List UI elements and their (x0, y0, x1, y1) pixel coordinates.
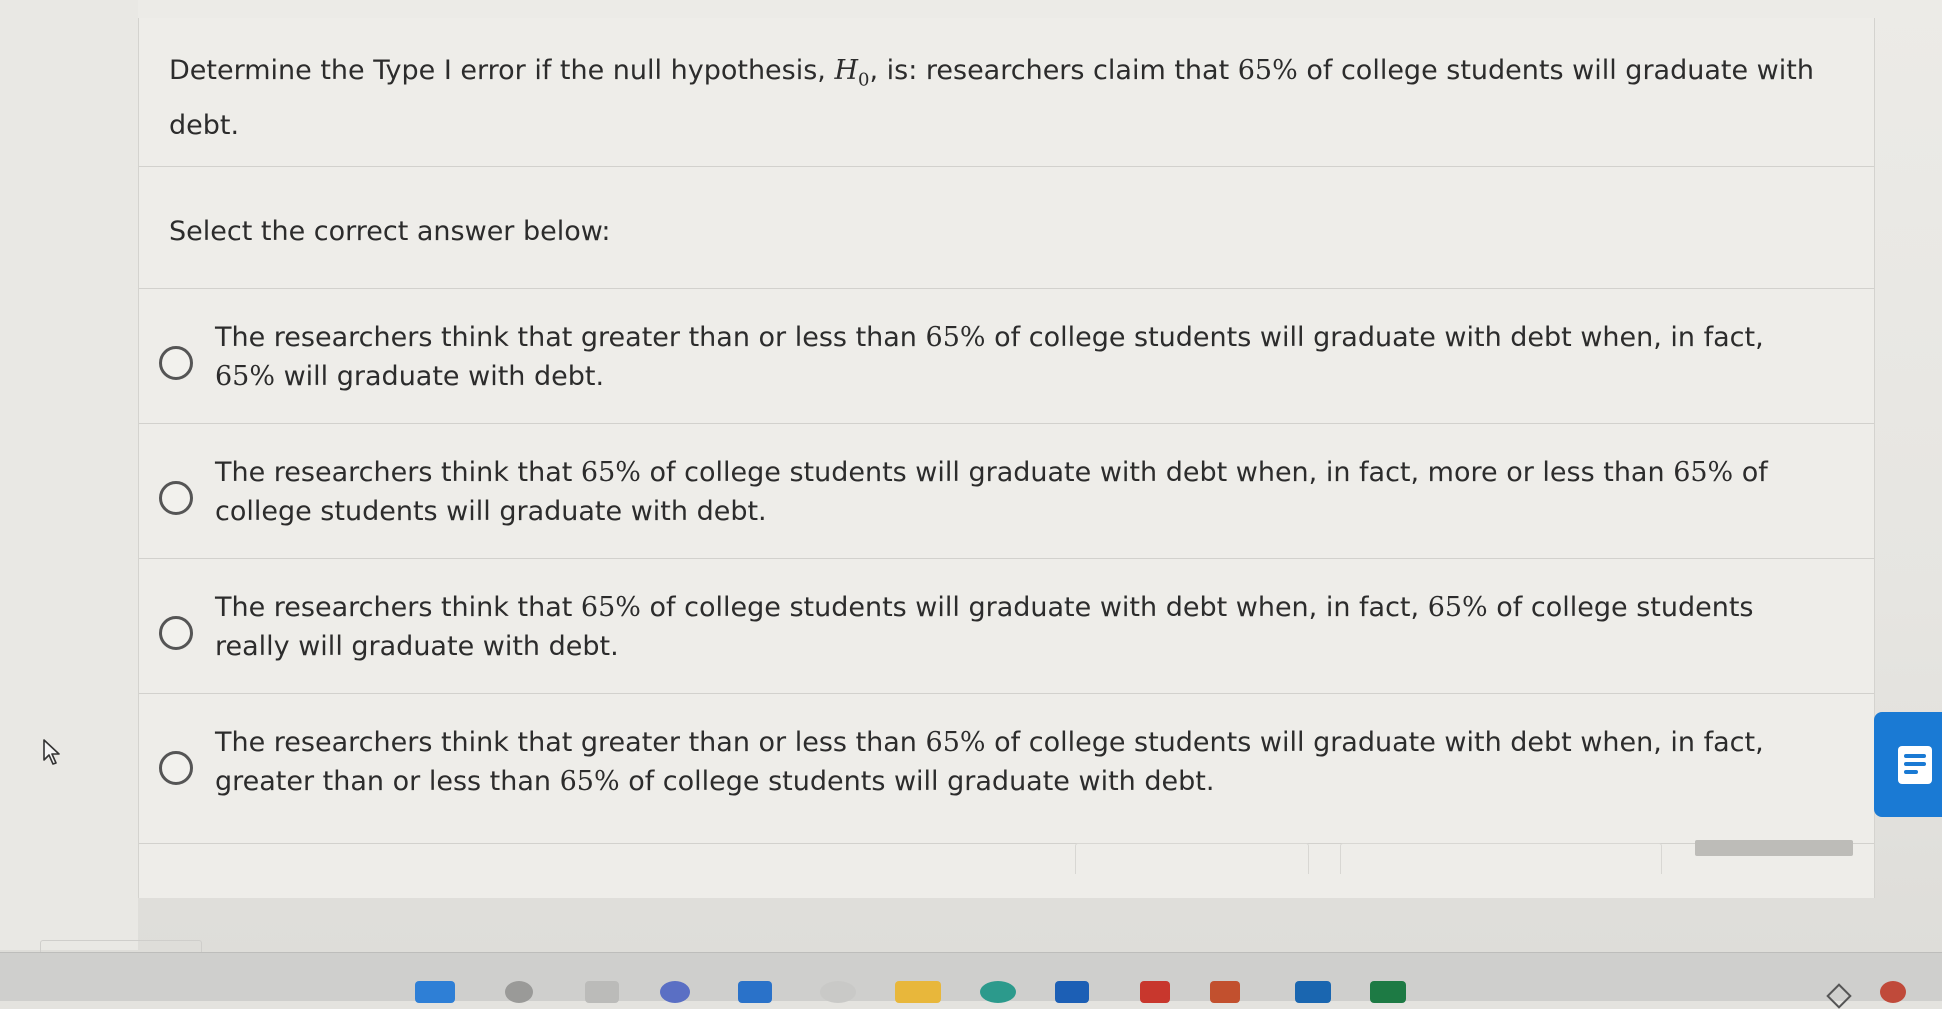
radio-unselected-icon[interactable] (159, 481, 193, 515)
screen: Determine the Type I error if the null h… (0, 0, 1942, 1009)
taskbar (0, 952, 1942, 1009)
answer-option-text[interactable]: The researchers think that 65% of colleg… (215, 588, 1775, 666)
question-card: Determine the Type I error if the null h… (138, 18, 1875, 898)
side-panel-button[interactable] (1874, 712, 1942, 817)
radio-unselected-icon[interactable] (159, 616, 193, 650)
question-prefix: Determine the Type I error if the null h… (169, 55, 835, 86)
left-gutter (0, 0, 138, 950)
question-percent: 65% (1237, 55, 1298, 86)
question-section: Determine the Type I error if the null h… (139, 18, 1874, 167)
answer-option-text[interactable]: The researchers think that 65% of colleg… (215, 453, 1775, 531)
answer-option-2[interactable]: The researchers think that 65% of colleg… (139, 423, 1874, 559)
question-text: Determine the Type I error if the null h… (169, 48, 1849, 149)
progress-bar (1695, 840, 1853, 856)
radio-unselected-icon[interactable] (159, 346, 193, 380)
answer-option-3[interactable]: The researchers think that 65% of colleg… (139, 558, 1874, 694)
answer-option-1[interactable]: The researchers think that greater than … (139, 288, 1874, 424)
faint-tab (1340, 843, 1662, 874)
chat-lines-icon (1898, 746, 1932, 784)
instructions-section: Select the correct answer below: (139, 166, 1874, 289)
mouse-pointer-icon (43, 739, 60, 765)
chevron-up-icon[interactable] (1826, 983, 1852, 1009)
radio-unselected-icon[interactable] (159, 751, 193, 785)
faint-tab (1075, 843, 1309, 874)
null-hypothesis-symbol: H (834, 55, 859, 86)
answer-option-text[interactable]: The researchers think that greater than … (215, 723, 1775, 801)
instructions-text: Select the correct answer below: (169, 216, 611, 247)
answer-option-text[interactable]: The researchers think that greater than … (215, 318, 1775, 396)
null-hypothesis-subscript: 0 (858, 69, 870, 91)
question-middle: , is: researchers claim that (869, 55, 1238, 86)
answer-option-4[interactable]: The researchers think that greater than … (139, 693, 1874, 844)
